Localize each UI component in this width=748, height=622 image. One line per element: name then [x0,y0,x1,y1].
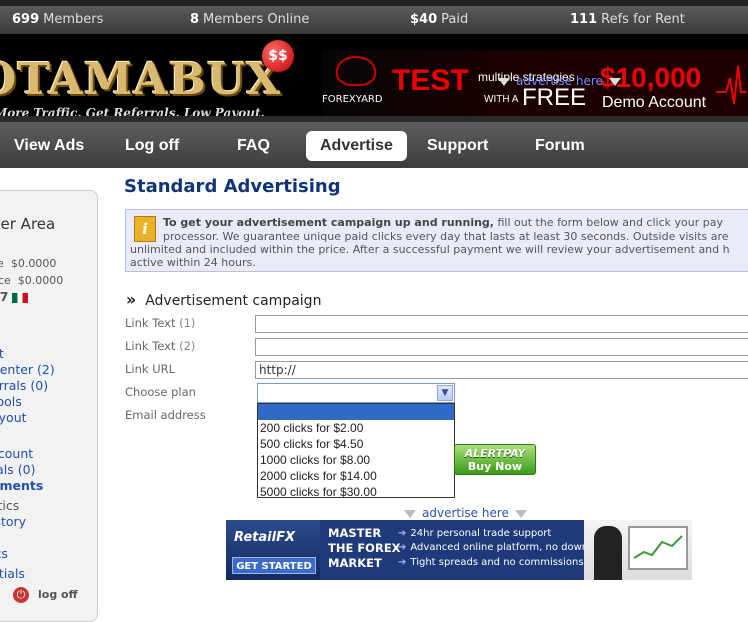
info-line-3: unlimited and included within the price.… [130,243,730,256]
retailfx-banner[interactable]: RetailFX GET STARTED MASTER THE FOREX MA… [226,520,692,580]
main-nav: View Ads Log off FAQ Advertise Support F… [0,122,748,168]
sidebar-link[interactable]: ayout [0,410,27,425]
triangle-down-icon [514,509,527,518]
nav-support[interactable]: Support [427,131,488,161]
label-choose-plan: Choose plan [125,385,196,399]
retailfx-bullet: Tight spreads and no commissions [398,557,583,568]
site-header: OTAMABUX $$ More Traffic. Get Referrals.… [0,34,748,122]
plan-option[interactable]: 500 clicks for $4.50 [258,436,454,452]
info-line-1: To get your advertisement campaign up an… [163,216,723,229]
link-url-input[interactable] [255,361,748,379]
nav-log-off[interactable]: Log off [125,131,179,161]
sidebar-link[interactable]: ics [0,546,8,561]
alertpay-name: ALERTPAY [464,447,526,460]
sidebar-logoff[interactable]: log off [38,588,78,601]
get-started-button[interactable]: GET STARTED [232,557,316,574]
advertise-here-text: advertise here [516,74,603,88]
stat-members-online: 8 Members Online [190,12,310,27]
plan-option[interactable]: 200 clicks for $2.00 [258,420,454,436]
pulse-line-icon [716,65,746,105]
banner-test: TEST [392,64,469,97]
plan-dropdown-list: 200 clicks for $2.00 500 clicks for $4.5… [257,403,455,500]
retailfx-logo: RetailFX [234,530,295,545]
page-title: Standard Advertising [124,176,341,197]
plan-option[interactable]: 2000 clicks for $14.00 [258,468,454,484]
sidebar-link[interactable]: istory [0,514,26,529]
triangle-down-icon [498,77,510,86]
info-line-2: processor. We guarantee unique paid clic… [163,230,729,243]
mexico-flag-icon [12,292,29,303]
sidebar-link[interactable]: Center (2) [0,362,55,377]
info-line-4: active within 24 hours. [130,256,256,269]
sidebar-link[interactable]: stics [0,498,19,513]
double-chevron-icon: ›› [126,290,136,309]
stats-bar: 699 Members 8 Members Online $40 Paid 111 Re… [0,0,748,34]
dollar-badge-icon: $$ [262,40,294,72]
link-text-1-input[interactable] [255,315,748,333]
banner-demo: Demo Account [602,94,707,111]
banner-free: FREE [522,84,587,111]
info-box: i To get your advertisement campaign up … [125,209,748,272]
sidebar-link[interactable]: nt [0,346,4,361]
chevron-down-icon[interactable]: ▼ [437,385,453,401]
triangle-down-icon [608,77,621,86]
label-email: Email address [125,408,206,422]
retailfx-left: RetailFX GET STARTED [226,520,320,580]
sidebar-title: ber Area [0,215,56,233]
plan-option-blank[interactable] [258,404,454,420]
trader-image [594,526,622,580]
sidebar-link[interactable]: ntials [0,566,25,581]
retailfx-head: MARKET [328,556,382,570]
member-sidebar: ber Area ce $0.0000 nce $0.0000 07 nt Ce… [0,190,98,622]
alertpay-buy-button[interactable]: ALERTPAY Buy Now [454,444,536,475]
label-link-text-1: Link Text (1) [125,316,196,330]
retailfx-right [584,520,692,580]
sidebar-link[interactable]: ccount [0,446,33,461]
sidebar-link[interactable]: errals (0) [0,378,48,393]
nav-advertise[interactable]: Advertise [306,131,407,161]
sidebar-link-active[interactable]: ements [0,478,43,493]
sidebar-link[interactable]: rals (0) [0,462,35,477]
plan-option[interactable]: 5000 clicks for $30.00 [258,484,454,500]
alertpay-buy-now: Buy Now [467,460,523,473]
retailfx-head: MASTER [328,526,382,540]
banner-brand: FOREXYARD [322,94,383,105]
link-text-2-input[interactable] [255,338,748,356]
plan-select[interactable]: ▼ [257,383,455,403]
advertise-here-text: advertise here [422,506,509,520]
plan-option[interactable]: 1000 clicks for $8.00 [258,452,454,468]
nav-faq[interactable]: FAQ [237,131,270,161]
stat-members: 699 Members [12,12,104,27]
section-heading: ›› Advertisement campaign [126,290,322,309]
site-slogan: More Traffic. Get Referrals. Low Payout. [0,106,265,120]
site-logo[interactable]: OTAMABUX [0,54,281,105]
chart-monitor-icon [628,526,688,570]
retailfx-head: THE FOREX [328,541,401,555]
power-icon[interactable]: ⏻ [13,587,29,603]
retailfx-bullet: Advanced online platform, no download [398,542,609,553]
sidebar-member-id: 07 [0,289,29,304]
sidebar-balance-1: ce $0.0000 [0,257,57,270]
retailfx-bullet: 24hr personal trade support [398,528,551,539]
label-link-url: Link URL [125,362,176,376]
bull-icon [336,56,376,86]
retailfx-middle: MASTER THE FOREX MARKET 24hr personal tr… [320,520,609,580]
stat-refs-for-rent: 111 Refs for Rent [570,12,685,27]
advertise-here-link-bottom[interactable]: advertise here [398,506,533,520]
nav-forum[interactable]: Forum [535,131,585,161]
info-icon: i [134,216,156,242]
nav-view-ads[interactable]: View Ads [14,131,84,161]
sidebar-link[interactable]: Tools [0,394,22,409]
stat-paid: $40 Paid [410,12,469,27]
triangle-down-icon [404,509,416,518]
advertise-here-link-top[interactable]: advertise here [492,74,627,88]
label-link-text-2: Link Text (2) [125,339,196,353]
banner-with-a: WITH A [484,94,519,105]
sidebar-balance-2: nce $0.0000 [0,274,64,287]
